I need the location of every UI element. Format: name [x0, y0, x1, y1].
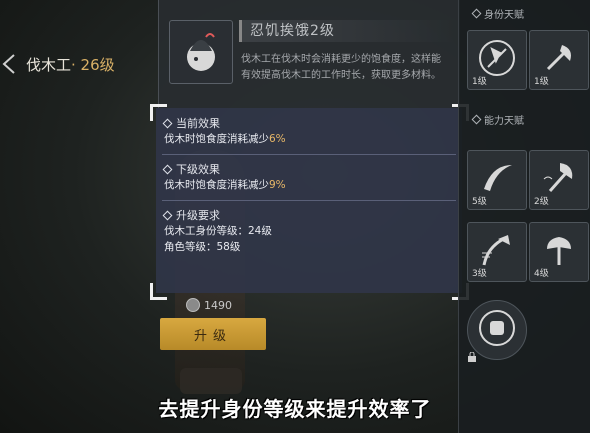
next-effect-heading: 下级效果: [176, 163, 220, 176]
axe-swing-icon: [543, 163, 573, 192]
talent-slot-5[interactable]: 3级: [467, 222, 527, 282]
talent-slot-7[interactable]: [467, 300, 527, 360]
talent-slot-4[interactable]: 2级: [529, 150, 589, 210]
talent-slot-6[interactable]: 4级: [529, 222, 589, 282]
identity-talent-header: 身份天赋: [471, 6, 524, 21]
hunger-talent-icon: [187, 33, 215, 71]
axe-icon: [546, 45, 571, 71]
fist-icon: [479, 310, 515, 346]
axe-cross-icon: [479, 40, 515, 76]
identity-section-label: 身份天赋: [484, 10, 524, 21]
slot-level: 3级: [472, 269, 487, 279]
talent-icon-box: [169, 20, 233, 84]
frame-corner: [150, 104, 167, 121]
coin-icon: [186, 298, 200, 312]
cost-amount: 1490: [204, 298, 232, 312]
next-effect-value: 9%: [269, 179, 286, 191]
diamond-bullet-icon: [162, 210, 173, 220]
lock-icon: [468, 352, 476, 362]
ability-section-label: 能力天赋: [484, 116, 524, 127]
requirements-section: 升级要求 伐木工身份等级：24级 角色等级：58级: [162, 207, 454, 255]
video-subtitle: 去提升身份等级来提升效率了: [158, 397, 432, 421]
requirement-job-level: 伐木工身份等级：24级: [164, 225, 272, 237]
next-effect-text: 伐木时饱食度消耗减少: [164, 179, 269, 191]
talent-title: 忍饥挨饿2级: [239, 20, 455, 42]
talent-list-panel: 身份天赋 1级 1级 能力天赋 5级 2级 3级 4级: [458, 0, 590, 433]
ability-talent-header: 能力天赋: [471, 112, 524, 127]
talent-card: 忍饥挨饿2级 伐木工在伐木时会消耗更少的饱食度，这样能有效提高伐木工的工作时长，…: [158, 0, 460, 108]
job-level-label: 伐木工· 26级: [26, 54, 115, 75]
talent-description: 伐木工在伐木时会消耗更少的饱食度，这样能有效提高伐木工的工作时长，获取更多材料。: [241, 54, 441, 81]
divider: [162, 154, 456, 155]
axe-heavy-icon: [547, 237, 571, 265]
talent-slot-3[interactable]: 5级: [467, 150, 527, 210]
talent-tooltip: 当前效果 伐木时饱食度消耗减少6% 下级效果 伐木时饱食度消耗减少9% 升级要求…: [156, 108, 462, 293]
current-effect-line: 伐木时饱食度消耗减少6%: [164, 131, 454, 147]
current-effect-value: 6%: [269, 133, 286, 145]
next-effect-section: 下级效果 伐木时饱食度消耗减少9%: [162, 161, 454, 193]
upgrade-button[interactable]: 升级: [160, 318, 266, 350]
back-arrow-icon[interactable]: [0, 53, 18, 75]
requirements-heading: 升级要求: [176, 209, 220, 222]
axe-chop-icon: [482, 235, 510, 266]
slot-level: 4级: [534, 269, 549, 279]
current-effect-heading: 当前效果: [176, 117, 220, 130]
character-boots: [180, 368, 242, 394]
frame-corner: [150, 283, 167, 300]
slot-level: 5级: [472, 197, 487, 207]
job-level: · 26级: [71, 56, 115, 74]
slot-level: 1级: [534, 77, 549, 87]
slot-level: 1级: [472, 77, 487, 87]
diamond-bullet-icon: [162, 164, 173, 174]
current-effect-text: 伐木时饱食度消耗减少: [164, 133, 269, 145]
next-effect-line: 伐木时饱食度消耗减少9%: [164, 177, 454, 193]
requirement-character-level: 角色等级：58级: [164, 241, 241, 253]
job-name: 伐木工: [26, 56, 72, 74]
slot-level: 2级: [534, 197, 549, 207]
talent-slot-1[interactable]: 1级: [467, 30, 527, 90]
diamond-bullet-icon: [471, 8, 482, 19]
slash-icon: [484, 165, 512, 191]
current-effect-section: 当前效果 伐木时饱食度消耗减少6%: [162, 115, 454, 147]
divider: [162, 200, 456, 201]
talent-slot-2[interactable]: 1级: [529, 30, 589, 90]
diamond-bullet-icon: [471, 114, 482, 125]
upgrade-cost: 1490: [186, 298, 232, 312]
